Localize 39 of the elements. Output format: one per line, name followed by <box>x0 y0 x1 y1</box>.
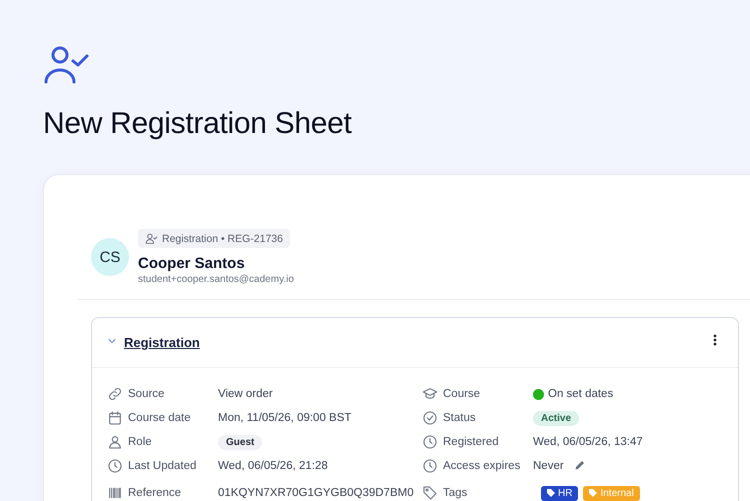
status-badge: Active <box>533 410 580 426</box>
tag-icon <box>422 485 438 501</box>
link-icon <box>107 386 123 402</box>
user-check-icon <box>43 45 91 85</box>
user-icon <box>107 434 123 450</box>
user-check-icon <box>145 232 158 245</box>
field-label: Status <box>443 412 477 424</box>
field-value: 01KQYN7XR70G1GYGB0Q39D7BM0 <box>218 487 414 499</box>
field-label: Last Updated <box>128 460 198 472</box>
field-label: Source <box>128 388 166 400</box>
field-value: Never <box>533 460 564 472</box>
field-value: Mon, 11/05/26, 09:00 BST <box>218 412 352 424</box>
section-title[interactable]: Registration <box>124 335 702 350</box>
field-label: Reference <box>128 487 182 499</box>
field-label: Tags <box>443 487 468 499</box>
field-label: Course date <box>128 412 192 424</box>
field-value: Wed, 06/05/26, 21:28 <box>218 460 328 472</box>
calendar-icon <box>107 410 123 426</box>
field-label: Course <box>443 388 482 400</box>
field-label: Role <box>128 436 153 448</box>
role-badge: Guest <box>218 434 262 450</box>
page-title: New Registration Sheet <box>43 107 353 141</box>
clock-icon <box>107 458 123 474</box>
student-name: Cooper Santos <box>138 255 246 272</box>
avatar: CS <box>91 238 129 276</box>
check-circle-icon <box>422 410 438 426</box>
student-email: student+cooper.santos@cademy.io <box>138 274 294 285</box>
field-label: Registered <box>443 436 500 448</box>
pencil-icon <box>574 458 586 470</box>
tag-badge: HR <box>541 486 578 500</box>
registration-badge: Registration • REG-21736 <box>138 229 290 248</box>
field-value: On set dates <box>548 388 614 400</box>
clock-icon <box>422 458 438 474</box>
barcode-icon <box>107 485 123 501</box>
tag-badge: Internal <box>583 486 640 500</box>
field-label: Access expires <box>443 460 522 472</box>
clock-icon <box>422 434 438 450</box>
field-value: Wed, 06/05/26, 13:47 <box>533 436 643 448</box>
order-link[interactable]: View order <box>218 388 273 400</box>
